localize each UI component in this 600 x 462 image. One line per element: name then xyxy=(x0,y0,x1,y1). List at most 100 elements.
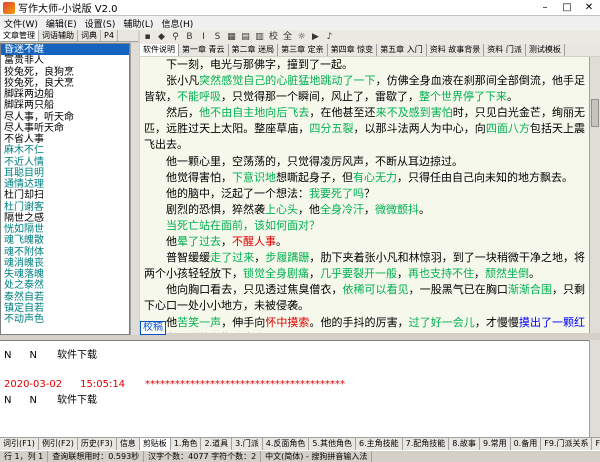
chapter-tab[interactable]: 第五章 入门 xyxy=(377,44,427,56)
editor-text-segment: ？ xyxy=(364,186,375,200)
bottom-tab[interactable]: 7.配角技能 xyxy=(403,438,450,450)
bottom-tab[interactable]: 剪贴板 xyxy=(139,438,171,450)
word-list-item[interactable]: 隔世之感 xyxy=(1,213,129,224)
word-list-item[interactable]: 狡兔死，良狗烹 xyxy=(1,67,129,78)
word-list-item[interactable]: 镇定自若 xyxy=(1,303,129,314)
full-icon[interactable]: 全 xyxy=(282,32,293,43)
editor-text-segment: 走了过来 xyxy=(210,251,255,265)
bottom-tab[interactable]: 信息 xyxy=(117,438,140,450)
chapter-tab[interactable]: 软件说明 xyxy=(140,44,179,56)
bottom-tab[interactable]: 3.门派 xyxy=(232,438,263,450)
word-list-item[interactable]: 通情达理 xyxy=(1,179,129,190)
log-field: 2020-03-02 xyxy=(4,379,63,390)
word-list-item[interactable]: 魂飞魄散 xyxy=(1,235,129,246)
chapter-tab[interactable]: 资料 故事背景 xyxy=(427,44,485,56)
tab-word-assist[interactable]: 词语辅助 xyxy=(39,30,78,41)
bottom-tab[interactable]: 6.主角技能 xyxy=(356,438,403,450)
word-list-item[interactable]: 魂不附体 xyxy=(1,247,129,258)
bottom-tab[interactable]: 2.道具 xyxy=(201,438,233,450)
bottom-tab[interactable]: 1.角色 xyxy=(171,438,202,450)
word-list-item[interactable]: 尽人事听天命 xyxy=(1,123,129,134)
word-list-item[interactable]: 尽人事，听天命 xyxy=(1,112,129,123)
bulb-icon[interactable]: ☼ xyxy=(296,32,307,43)
book-icon[interactable]: ▥ xyxy=(254,32,265,43)
word-list-item[interactable]: 脚踩两只船 xyxy=(1,100,129,111)
editor-paragraph: 当死亡站在面前，该如何面对？ xyxy=(144,218,585,234)
word-list-item[interactable]: 麻木不仁 xyxy=(1,145,129,156)
bottom-tab[interactable]: F9.门派关系 xyxy=(541,438,593,450)
menu-info[interactable]: 信息(H) xyxy=(157,16,197,30)
bold-icon[interactable]: B xyxy=(184,32,195,43)
editor-text-segment: 张小凡 xyxy=(166,74,200,88)
strike-icon[interactable]: S xyxy=(212,32,223,43)
bottom-tab[interactable]: 例引(F2) xyxy=(39,438,78,450)
editor-text-segment: 不能呼吸 xyxy=(177,90,221,104)
word-list-item[interactable]: 泰然自若 xyxy=(1,292,129,303)
menu-assist[interactable]: 辅助(L) xyxy=(119,16,157,30)
editor-text-segment: 有心无力 xyxy=(353,170,397,184)
word-list-scrollbar[interactable] xyxy=(130,43,139,335)
editor-paragraph: 他一颗心里，空荡荡的，只觉得凌厉风声，不断从耳边掠过。 xyxy=(144,154,585,170)
editor-scrollbar[interactable] xyxy=(589,57,600,333)
word-list-item[interactable]: 恍如隔世 xyxy=(1,224,129,235)
check-icon[interactable]: 校 xyxy=(268,32,279,43)
editor-text-segment: ，只得任由自己向未知的地方飘去。 xyxy=(397,170,573,184)
bottom-tab[interactable]: 9.常用 xyxy=(480,438,511,450)
log-scrollbar[interactable] xyxy=(589,340,600,437)
play-icon[interactable]: ▶ xyxy=(310,32,321,43)
word-list-item[interactable]: 杜门谢客 xyxy=(1,202,129,213)
chapter-tab[interactable]: 第四章 惊变 xyxy=(328,44,378,56)
tab-dictionary[interactable]: 词典 xyxy=(78,30,101,41)
proofread-tooltip: 校稿 xyxy=(140,321,166,335)
bottom-tab[interactable]: 历史(F3) xyxy=(78,438,117,450)
word-list-item[interactable]: 杜门却扫 xyxy=(1,190,129,201)
tab-p4[interactable]: P4 xyxy=(101,30,118,41)
chapter-tab[interactable]: 资料 门派 xyxy=(484,44,526,56)
menu-file[interactable]: 文件(W) xyxy=(0,16,42,30)
maximize-button[interactable]: □ xyxy=(556,1,578,15)
binoculars-icon[interactable]: ⚲ xyxy=(170,32,181,43)
word-list-item[interactable]: 魂消魄丧 xyxy=(1,258,129,269)
word-list-item[interactable]: 不动声色 xyxy=(1,314,129,325)
text-editor[interactable]: 下一刻，电光与那佛字，撞到了一起。 张小凡突然感觉自己的心脏猛地跳动了一下，仿佛… xyxy=(140,57,589,333)
word-list[interactable]: 昏迷不醒 富贵非人 狡兔死，良狗烹 狡兔死，良犬烹 脚踩两边船 脚踩两只船 尽人事，听天命尽… xyxy=(0,43,130,335)
menu-settings[interactable]: 设置(S) xyxy=(81,16,120,30)
menu-edit[interactable]: 编辑(E) xyxy=(42,16,81,30)
editor-text-segment: 来不及感到害怕 xyxy=(375,106,453,120)
word-list-item[interactable]: 狡兔死，良犬烹 xyxy=(1,78,129,89)
bottom-tab[interactable]: 8.故事 xyxy=(449,438,480,450)
word-list-item[interactable]: 不近人情 xyxy=(1,157,129,168)
calendar-icon[interactable]: ▦ xyxy=(226,32,237,43)
chapter-tab[interactable]: 第一章 青云 xyxy=(179,44,229,56)
bottom-tab[interactable]: 5.其他角色 xyxy=(309,438,357,450)
word-list-item[interactable]: 耳聪目明 xyxy=(1,168,129,179)
undo-icon[interactable]: ◆ xyxy=(156,32,167,43)
editor-paragraph: 普智缓缓走了过来，步履蹒跚，肋下夹着张小凡和林惊羽，到了一块稍微干净之地，将两个… xyxy=(144,250,585,282)
chapter-tab[interactable]: 第三章 定亲 xyxy=(278,44,328,56)
bottom-tab[interactable]: 0.备用 xyxy=(511,438,542,450)
chapter-tab[interactable]: 测试模板 xyxy=(526,44,565,56)
editor-text-segment: 普智缓缓 xyxy=(166,251,211,265)
speaker-icon[interactable]: ♪ xyxy=(324,32,335,43)
word-list-item[interactable]: 脚踩两边船 xyxy=(1,89,129,100)
save-icon[interactable]: ▪ xyxy=(142,32,153,43)
tab-article-manage[interactable]: 文章管理 xyxy=(0,30,39,41)
chapter-tab[interactable]: 第二章 迷局 xyxy=(229,44,279,56)
word-list-item[interactable]: 处之泰然 xyxy=(1,280,129,291)
word-list-item[interactable]: 失魂落魄 xyxy=(1,269,129,280)
word-list-item[interactable]: 昏迷不醒 xyxy=(1,44,129,56)
bottom-tab[interactable]: F10.任务 xyxy=(592,438,600,450)
bottom-tab[interactable]: 4.反面角色 xyxy=(263,438,310,450)
word-list-item[interactable]: 不省人事 xyxy=(1,134,129,145)
editor-text-segment: 他 xyxy=(166,235,177,249)
editor-scroll-thumb[interactable] xyxy=(591,99,599,127)
editor-text-segment: 想嘶起身子，但 xyxy=(276,170,353,184)
close-button[interactable]: ✕ xyxy=(578,1,600,15)
grid-icon[interactable]: ▤ xyxy=(240,32,251,43)
italic-icon[interactable]: I xyxy=(198,32,209,43)
log-line: N N 软件下载 xyxy=(4,346,117,361)
minimize-button[interactable]: – xyxy=(534,1,556,15)
editor-text-segment: 上心头 xyxy=(265,202,298,216)
bottom-tab[interactable]: 词引(F1) xyxy=(0,438,39,450)
word-list-item[interactable]: 富贵非人 xyxy=(1,55,129,66)
